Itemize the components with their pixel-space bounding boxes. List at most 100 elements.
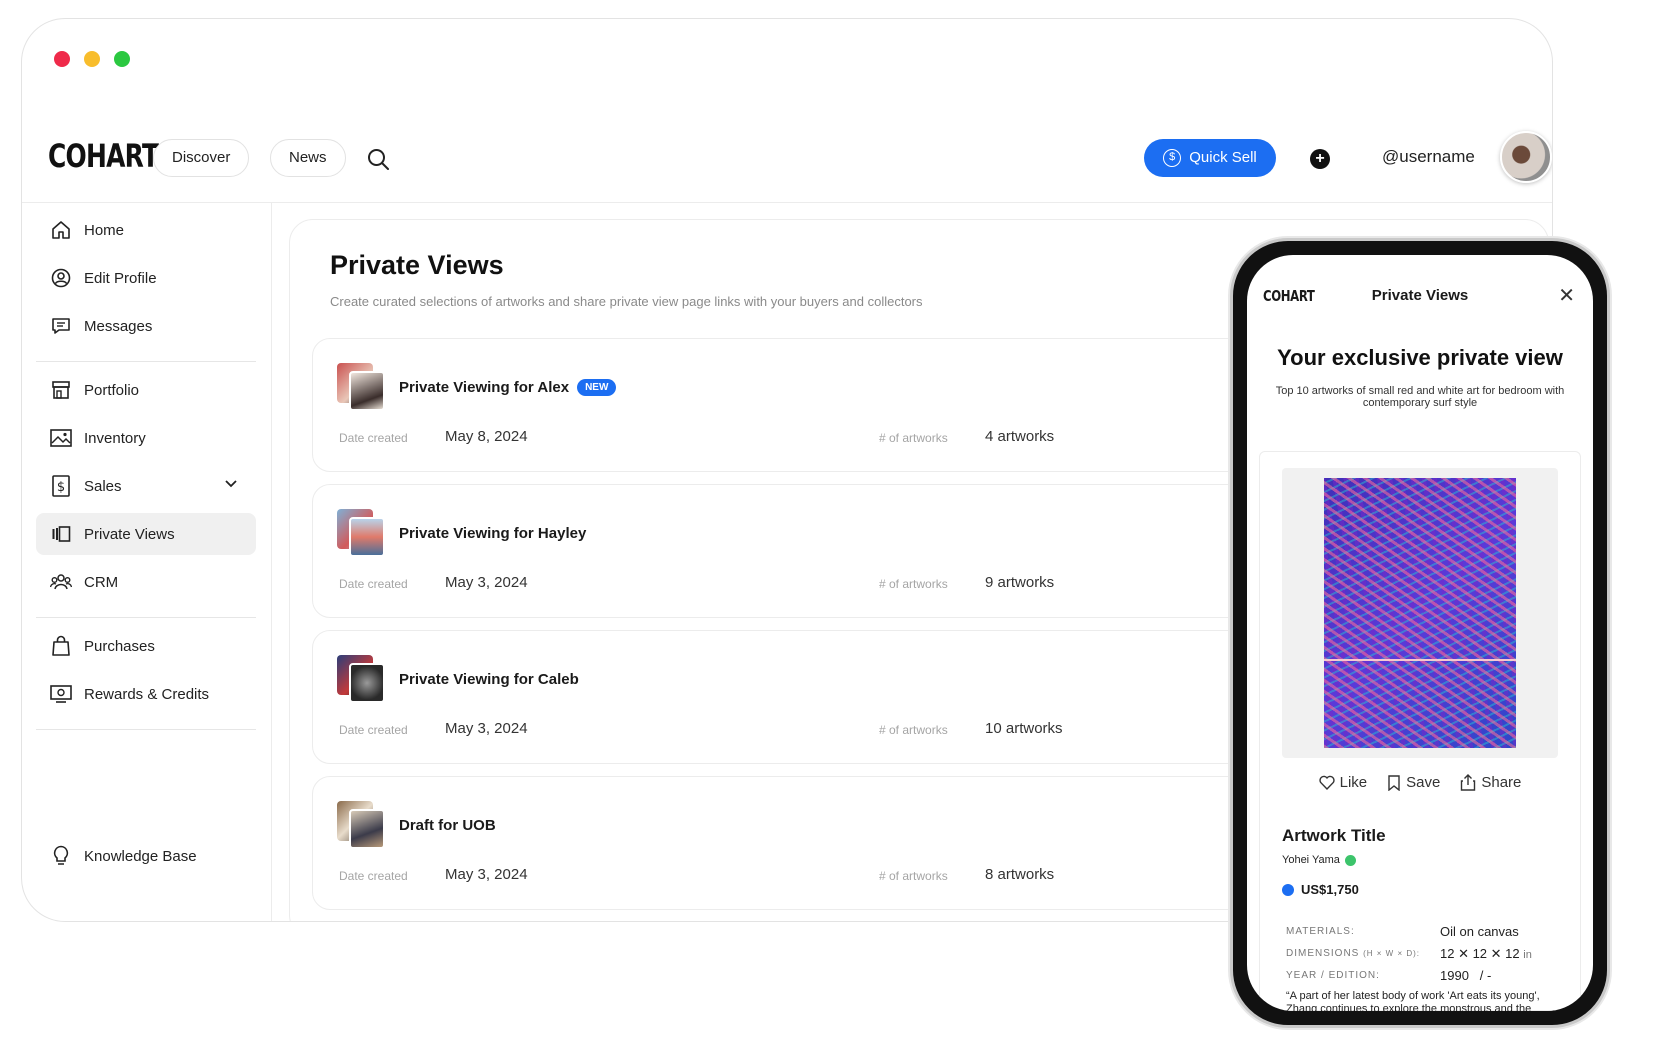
edition-text: / - (1479, 968, 1492, 983)
private-view-title: Draft for UOB (399, 817, 496, 834)
top-navigation: COHART Discover News $ Quick Sell + @use… (22, 107, 1552, 203)
sidebar-item-home[interactable]: Home (36, 209, 256, 251)
date-label: Date created (339, 577, 408, 591)
minimize-window-button[interactable] (84, 51, 100, 67)
save-button[interactable]: Save (1387, 774, 1440, 791)
artwork-image-frame[interactable] (1282, 468, 1558, 758)
sidebar-item-portfolio[interactable]: Portfolio (36, 369, 256, 411)
message-icon (50, 315, 72, 337)
artwork-count-label: # of artworks (879, 431, 948, 445)
date-label: Date created (339, 723, 408, 737)
sidebar: Home Edit Profile Messages Portfolio Inv… (22, 203, 272, 921)
share-button[interactable]: Share (1460, 774, 1521, 791)
private-views-icon (50, 523, 72, 545)
sidebar-item-label: Portfolio (84, 381, 140, 399)
save-label: Save (1406, 774, 1441, 791)
sidebar-item-private-views[interactable]: Private Views (36, 513, 256, 555)
share-label: Share (1481, 774, 1522, 791)
artist-name[interactable]: Yohei Yama (1282, 854, 1356, 866)
materials-label: MATERIALS: (1286, 926, 1355, 937)
artwork-count-label: # of artworks (879, 723, 948, 737)
year-value: 1990 / - (1440, 968, 1491, 983)
sidebar-item-knowledge-base[interactable]: Knowledge Base (36, 835, 256, 877)
new-badge: NEW (577, 379, 617, 396)
add-icon[interactable]: + (1310, 149, 1330, 169)
avatar[interactable] (1500, 131, 1552, 183)
private-view-title: Private Viewing for Caleb (399, 671, 579, 688)
sidebar-item-sales[interactable]: $ Sales (36, 465, 256, 507)
date-value: May 3, 2024 (445, 866, 528, 883)
dimensions-hint: (H × W × D): (1363, 949, 1421, 958)
maximize-window-button[interactable] (114, 51, 130, 67)
sidebar-item-label: Home (84, 221, 125, 239)
search-icon[interactable] (366, 147, 390, 171)
phone-title: Private Views (1371, 287, 1469, 304)
artwork-price: US$1,750 (1282, 882, 1359, 897)
price-value: US$1,750 (1301, 882, 1359, 897)
artwork-description: “A part of her latest body of work 'Art … (1286, 990, 1540, 1011)
sidebar-item-inventory[interactable]: Inventory (36, 417, 256, 459)
page-subtitle: Create curated selections of artworks an… (330, 294, 923, 309)
close-icon[interactable]: ✕ (1558, 283, 1575, 308)
rewards-icon (50, 683, 72, 705)
artwork-thumbnail (337, 363, 385, 411)
sidebar-item-label: Private Views (84, 525, 175, 543)
chevron-down-icon[interactable] (224, 477, 238, 495)
image-icon (50, 427, 72, 449)
like-label: Like (1339, 774, 1368, 791)
sidebar-item-label: Edit Profile (84, 269, 157, 287)
like-button[interactable]: Like (1318, 774, 1368, 791)
private-view-card[interactable]: Private Viewing for Hayley Date created … (312, 484, 1312, 618)
sidebar-item-label: Messages (84, 317, 153, 335)
discover-button[interactable]: Discover (153, 139, 250, 177)
quick-sell-button[interactable]: $ Quick Sell (1144, 139, 1276, 177)
close-window-button[interactable] (54, 51, 70, 67)
username[interactable]: @username (1382, 147, 1475, 167)
sidebar-item-label: CRM (84, 573, 119, 591)
artist-label: Yohei Yama (1282, 854, 1340, 866)
dimensions-text: 12 ✕ 12 ✕ 12 (1440, 946, 1520, 961)
sidebar-item-messages[interactable]: Messages (36, 305, 256, 347)
window-controls (54, 51, 130, 67)
sidebar-item-label: Inventory (84, 429, 146, 447)
price-dot-icon (1282, 883, 1294, 896)
artwork-thumbnail (337, 655, 385, 703)
dimensions-label: DIMENSIONS (H × W × D): (1286, 948, 1420, 959)
dimensions-label-text: DIMENSIONS (1286, 948, 1360, 959)
year-label: YEAR / EDITION: (1286, 970, 1380, 981)
storefront-icon (50, 379, 72, 401)
lightbulb-icon (50, 845, 72, 867)
date-value: May 3, 2024 (445, 574, 528, 591)
artwork-thumbnail (337, 801, 385, 849)
sidebar-item-crm[interactable]: CRM (36, 561, 256, 603)
dollar-coin-icon: $ (1163, 149, 1182, 167)
cohart-logo[interactable]: COHART (48, 137, 159, 175)
sidebar-item-label: Purchases (84, 637, 155, 655)
private-view-title: Private Viewing for Alex NEW (399, 379, 617, 396)
private-view-card[interactable]: Private Viewing for Alex NEW Date created… (312, 338, 1312, 472)
sidebar-divider (36, 361, 256, 362)
artwork-count: 8 artworks (985, 866, 1055, 883)
news-button[interactable]: News (270, 139, 346, 177)
people-icon (50, 571, 72, 593)
sidebar-item-label: Knowledge Base (84, 847, 197, 865)
sidebar-item-purchases[interactable]: Purchases (36, 625, 256, 667)
private-view-headline: Your exclusive private view (1277, 345, 1563, 370)
sidebar-item-rewards[interactable]: Rewards & Credits (36, 673, 256, 715)
dimensions-value: 12 ✕ 12 ✕ 12 in (1440, 946, 1532, 962)
sidebar-item-edit-profile[interactable]: Edit Profile (36, 257, 256, 299)
artwork-count: 4 artworks (985, 428, 1055, 445)
artwork-count: 9 artworks (985, 574, 1055, 591)
svg-text:$: $ (57, 480, 65, 495)
private-view-card[interactable]: Private Viewing for Caleb Date created M… (312, 630, 1312, 764)
date-label: Date created (339, 869, 408, 883)
private-view-title: Private Viewing for Hayley (399, 525, 587, 542)
private-view-card[interactable]: Draft for UOB Date created May 3, 2024 #… (312, 776, 1312, 910)
sidebar-item-label: Rewards & Credits (84, 685, 210, 703)
date-label: Date created (339, 431, 408, 445)
share-icon (1461, 774, 1476, 791)
artwork-card: Like Save Share Artwork Title Yohei Yama… (1259, 451, 1581, 1011)
bag-icon (50, 635, 72, 657)
dollar-icon: $ (50, 475, 72, 497)
user-circle-icon (50, 267, 72, 289)
